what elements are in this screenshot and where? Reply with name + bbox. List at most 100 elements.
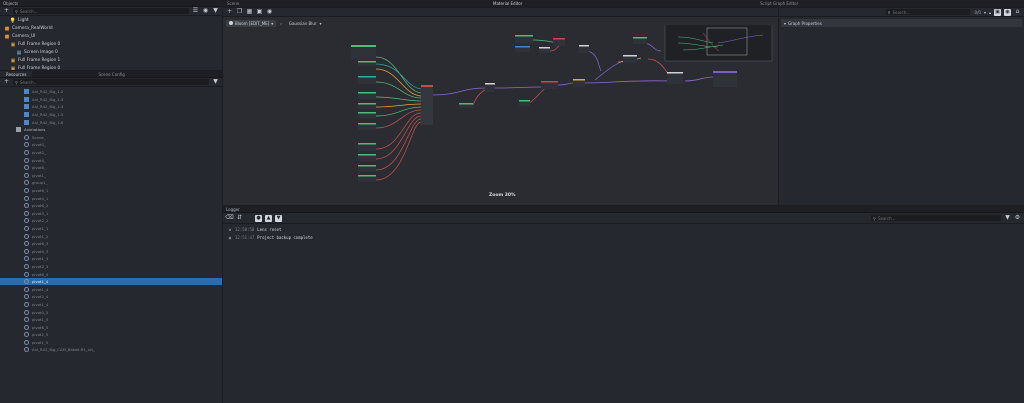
logger-search[interactable]: ⚲: [871, 215, 1001, 221]
tree-item[interactable]: ▣ Full Frame Region 0: [0, 65, 222, 70]
resource-item[interactable]: pivot3_1: [0, 210, 222, 218]
editor-tab-bar: Scene Material Editor Script Graph Edito…: [223, 0, 1024, 7]
resource-item[interactable]: Scene_: [0, 134, 222, 142]
light-bulb-icon: 💡: [9, 18, 17, 24]
resource-item[interactable]: Animations: [0, 126, 222, 134]
animation-icon: [24, 195, 29, 201]
camera-icon: ■: [4, 34, 10, 40]
logger-search-input[interactable]: [877, 215, 1001, 221]
clear-filter-icon[interactable]: ⇵: [236, 215, 243, 222]
resource-item[interactable]: Ani_R42_Big_1.6: [0, 118, 222, 126]
tab-scene-config[interactable]: Scene Config: [92, 71, 130, 77]
trash-icon[interactable]: ⌂: [1014, 9, 1021, 16]
tab-scene[interactable]: Scene: [227, 1, 239, 6]
graph-properties-search-input[interactable]: [892, 9, 970, 15]
resource-item[interactable]: pivot1_: [0, 172, 222, 180]
resource-item[interactable]: pivot4_1: [0, 194, 222, 202]
resource-item[interactable]: pivot0_: [0, 141, 222, 149]
resource-item[interactable]: pivot6_1: [0, 187, 222, 195]
resource-item[interactable]: Ani_R42_Big_1.4: [0, 103, 222, 111]
resource-item[interactable]: pivot2_4: [0, 293, 222, 301]
resource-item[interactable]: pivot1_4: [0, 277, 222, 286]
copy-icon[interactable]: ❐: [236, 9, 243, 16]
filter-icon[interactable]: ▼: [212, 79, 219, 86]
list-view-icon[interactable]: ☰: [192, 8, 199, 15]
resource-item[interactable]: pivot6_4: [0, 270, 222, 278]
tree-item[interactable]: ■ Camera_UI: [0, 33, 222, 41]
tree-item[interactable]: ▦ Screen Image 0: [0, 49, 222, 57]
tab-script-graph-editor[interactable]: Script Graph Editor: [760, 1, 798, 6]
graph-node: [713, 71, 737, 87]
resource-item[interactable]: pivot0_5: [0, 308, 222, 316]
resources-search-input[interactable]: [19, 79, 209, 85]
tree-item[interactable]: ▣ Full Frame Region 0: [0, 41, 222, 49]
graph-properties-search[interactable]: ⚲: [885, 9, 970, 15]
resource-item[interactable]: pivot1_3: [0, 255, 222, 263]
resource-item[interactable]: pivot2_3: [0, 263, 222, 271]
resource-item[interactable]: Ani_R42_Big_CAM_Baked:R1_rot_: [0, 346, 222, 354]
resource-item[interactable]: Ani_R42_Big_1.2: [0, 88, 222, 96]
tab-material-editor[interactable]: Material Editor: [493, 1, 522, 6]
resource-item[interactable]: pivot4_: [0, 156, 222, 164]
wire: [492, 86, 542, 89]
add-icon[interactable]: +: [3, 79, 10, 86]
tree-item[interactable]: ▣ Full Frame Region 1: [0, 57, 222, 65]
objects-search-input[interactable]: [19, 8, 189, 14]
resource-item[interactable]: pivot6_5: [0, 323, 222, 331]
add-icon[interactable]: +: [3, 8, 10, 15]
graph-properties-section[interactable]: ▾ Graph Properties: [781, 19, 1022, 27]
chevron-up-icon[interactable]: ▴: [989, 10, 991, 15]
filter-icon[interactable]: ▼: [212, 8, 219, 15]
resource-item[interactable]: pivot4_3: [0, 247, 222, 255]
resource-item-label: Ani_R42_Big_1.3: [32, 96, 64, 102]
wire: [375, 56, 422, 94]
chevron-down-icon[interactable]: ▾: [984, 10, 986, 15]
resource-item[interactable]: pivot1_2: [0, 232, 222, 240]
resource-item[interactable]: pivot2_5: [0, 331, 222, 339]
log-timestamp: 12:50:58: [235, 226, 255, 232]
region-icon: ▣: [10, 42, 16, 48]
resource-item-label: Scene_: [32, 134, 46, 140]
objects-search[interactable]: ⚲: [13, 8, 189, 14]
filter-error-button[interactable]: ▼: [275, 214, 282, 222]
resource-item[interactable]: pivot6_: [0, 164, 222, 172]
node-graph-canvas[interactable]: [223, 25, 778, 205]
tree-item[interactable]: ■ Camera_RealWorld: [0, 25, 222, 33]
logger-toolbar: ⌫ ⇵ ● ▲ ▼ ⚲ ▼ ⚙: [223, 213, 1024, 224]
filter-info-button[interactable]: ●: [255, 214, 262, 222]
log-entry[interactable]: ✱ 12:50:58 Lens reset: [227, 225, 1024, 233]
trash-icon[interactable]: ⌫: [225, 215, 233, 222]
visibility-eye-icon[interactable]: ◉: [202, 8, 209, 15]
grid-icon[interactable]: ▦: [246, 9, 253, 16]
resource-item[interactable]: pivot2_2: [0, 217, 222, 225]
resources-search[interactable]: ⚲: [13, 79, 209, 85]
toggle-view-button[interactable]: ▣: [994, 8, 1001, 16]
resource-item[interactable]: pivot6_3: [0, 240, 222, 248]
tree-item[interactable]: 💡 Light: [0, 17, 222, 25]
resource-item[interactable]: group1_: [0, 179, 222, 187]
chevron-down-icon: ▾: [784, 20, 787, 26]
file-icon: [24, 119, 29, 125]
frame-icon[interactable]: ▣: [256, 9, 263, 16]
resource-item[interactable]: pivot6_2: [0, 202, 222, 210]
resource-item[interactable]: pivot1_4: [0, 301, 222, 309]
add-icon[interactable]: +: [226, 9, 233, 16]
resource-item-label: pivot1_3: [32, 256, 49, 262]
gear-icon[interactable]: ⚙: [1014, 215, 1021, 222]
resource-item[interactable]: pivot1_5: [0, 339, 222, 347]
resource-item[interactable]: pivot1_5: [0, 316, 222, 324]
graph-properties-panel: ⚲ 0/0 ▾ ▴ ▣ ◉ ⌂ ▾ Graph Properties: [779, 8, 1024, 205]
resource-item[interactable]: pivot1_4: [0, 285, 222, 293]
tab-resources[interactable]: Resources: [0, 71, 33, 77]
resource-item[interactable]: pivot1_1: [0, 225, 222, 233]
focus-icon[interactable]: ◉: [266, 9, 273, 16]
toggle-search-button[interactable]: ◉: [1004, 8, 1011, 16]
resource-item[interactable]: pivot2_: [0, 149, 222, 157]
search-icon: ⚲: [15, 8, 18, 14]
filter-icon[interactable]: ▼: [1004, 215, 1011, 222]
resource-item[interactable]: Ani_R42_Big_1.3: [0, 96, 222, 104]
log-entry[interactable]: ◉ 12:51:47 Project backup complete: [227, 233, 1024, 241]
resource-item[interactable]: Ani_R42_Big_1.5: [0, 111, 222, 119]
wire: [375, 81, 422, 99]
filter-warning-button[interactable]: ▲: [265, 214, 272, 222]
